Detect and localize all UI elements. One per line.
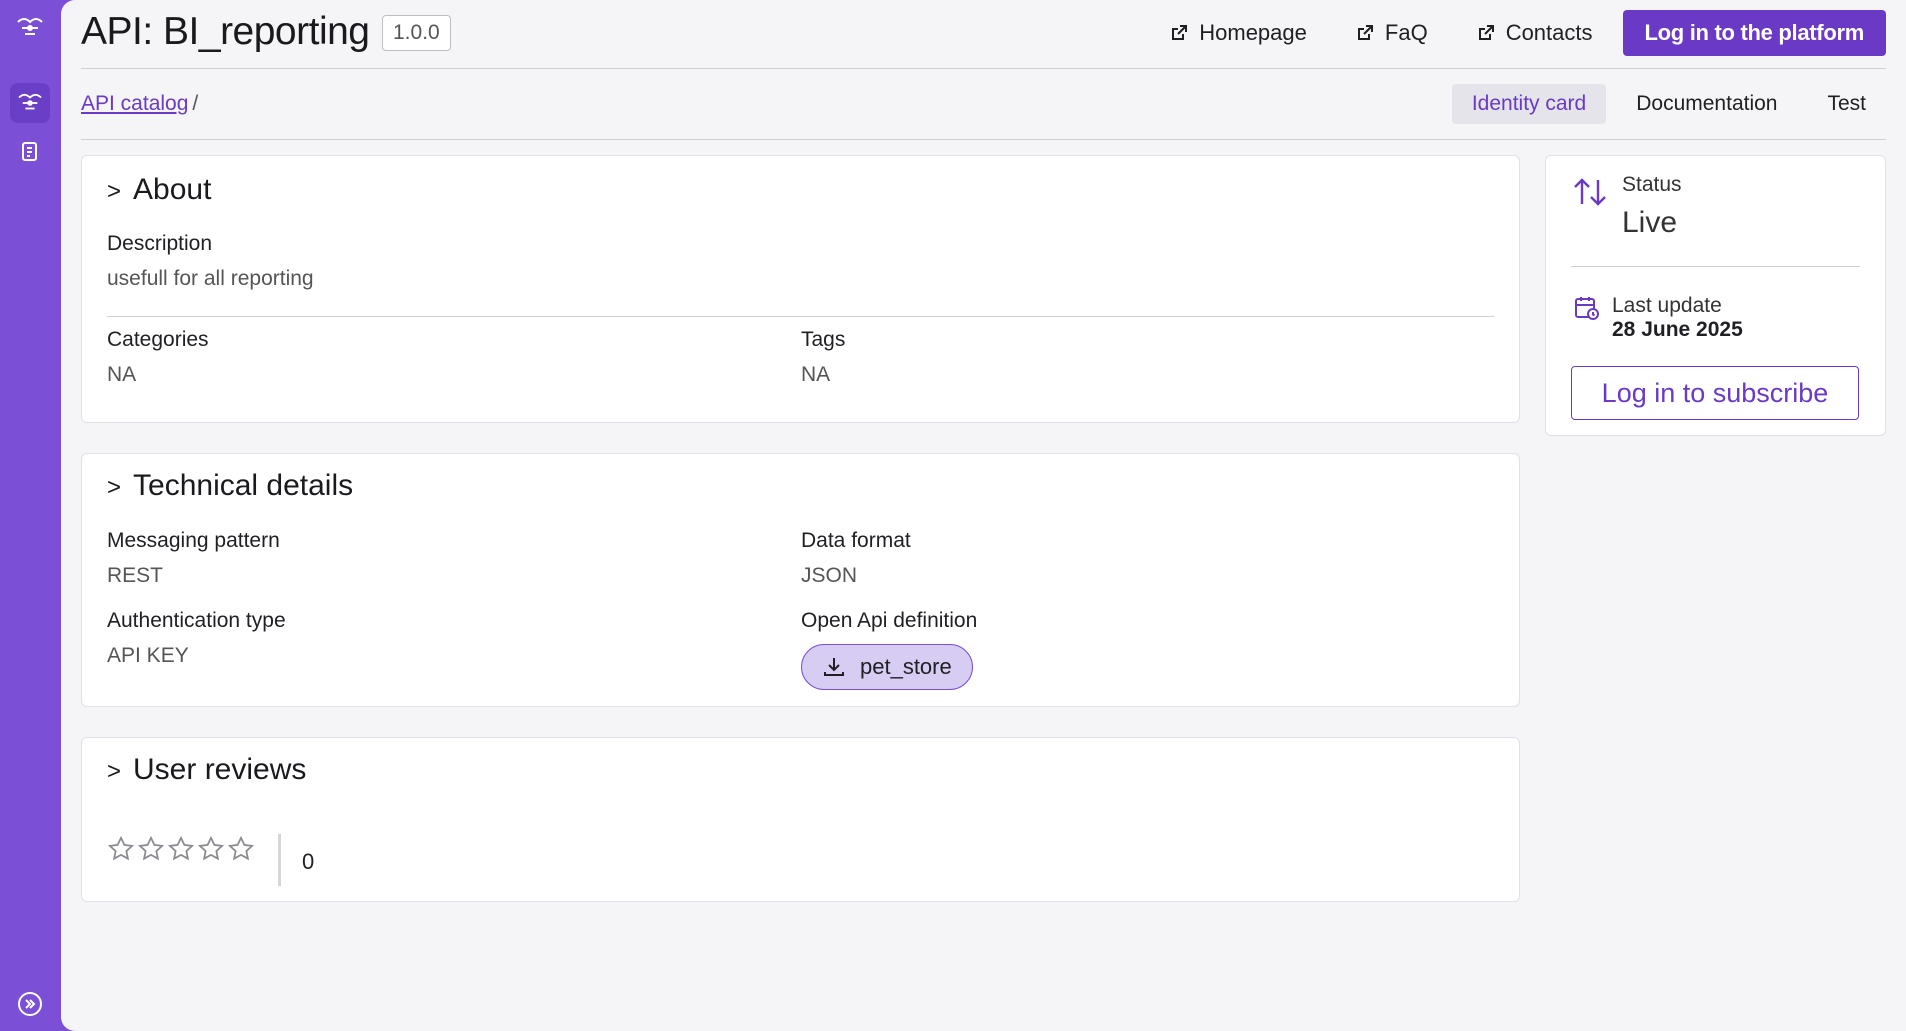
technical-details-title[interactable]: > Technical details [107, 469, 353, 503]
star-icon [227, 835, 255, 861]
authentication-type-label: Authentication type [107, 609, 286, 632]
tags-label: Tags [801, 328, 846, 351]
messaging-pattern-value: REST [107, 564, 164, 587]
status-arrows-icon [1574, 178, 1606, 206]
subscribe-button[interactable]: Log in to subscribe [1571, 366, 1859, 420]
status-label: Status [1622, 173, 1682, 196]
data-format-label: Data format [801, 529, 911, 552]
star-icon [167, 835, 195, 861]
contacts-link[interactable]: Contacts [1476, 20, 1593, 46]
star-icon [137, 835, 165, 861]
chevron-right-icon: > [107, 178, 122, 205]
rating-divider [278, 834, 281, 886]
openapi-download-button[interactable]: pet_store [801, 644, 973, 690]
breadcrumb: API catalog / [81, 92, 198, 116]
breadcrumb-separator: / [192, 92, 199, 115]
homepage-link[interactable]: Homepage [1169, 20, 1307, 46]
chevron-right-icon: > [107, 758, 122, 785]
expand-sidebar-icon[interactable] [10, 984, 50, 1024]
openapi-file-name: pet_store [860, 654, 952, 679]
faq-link[interactable]: FaQ [1355, 20, 1428, 46]
external-link-icon [1478, 25, 1494, 40]
page-title: API: BI_reporting [81, 10, 370, 53]
categories-value: NA [107, 363, 137, 386]
description-value: usefull for all reporting [107, 267, 314, 290]
logo-icon[interactable] [10, 8, 50, 48]
homepage-link-label: Homepage [1199, 20, 1307, 45]
last-update-value: 28 June 2025 [1612, 318, 1743, 341]
star-icon [107, 835, 135, 861]
openapi-definition-label: Open Api definition [801, 609, 978, 632]
top-links: Homepage FaQ Contacts Log in to the plat… [1169, 10, 1886, 56]
documents-icon[interactable] [10, 132, 50, 172]
star-icon [197, 835, 225, 861]
user-reviews-title-text: User reviews [133, 753, 307, 786]
tabs: Identity card Documentation Test [1442, 84, 1886, 124]
chevron-right-icon: > [107, 474, 122, 501]
top-bar: API: BI_reporting 1.0.0 Homepage FaQ Con… [81, 0, 1886, 69]
user-reviews-card: > User reviews 0 [81, 737, 1520, 902]
external-link-icon [1357, 25, 1373, 40]
main-content: API: BI_reporting 1.0.0 Homepage FaQ Con… [61, 0, 1906, 1031]
api-catalog-icon[interactable] [10, 83, 50, 123]
about-card: > About Description usefull for all repor… [81, 155, 1520, 423]
tab-identity-card[interactable]: Identity card [1451, 84, 1607, 124]
login-platform-button[interactable]: Log in to the platform [1622, 10, 1886, 56]
calendar-clock-icon [1575, 297, 1599, 320]
sub-bar: API catalog / Identity card Documentation… [81, 68, 1886, 140]
about-title-text: About [133, 173, 212, 206]
version-badge: 1.0.0 [382, 15, 451, 51]
download-icon [824, 658, 844, 676]
last-update-label: Last update [1612, 294, 1722, 317]
external-link-icon [1172, 25, 1188, 40]
categories-label: Categories [107, 328, 209, 351]
technical-details-title-text: Technical details [133, 469, 354, 502]
technical-details-card: > Technical details Messaging pattern RES… [81, 453, 1520, 707]
faq-link-label: FaQ [1384, 20, 1428, 45]
tab-test[interactable]: Test [1807, 84, 1886, 124]
breadcrumb-api-catalog-link[interactable]: API catalog [81, 92, 188, 115]
status-panel: Status Live Last update 28 June 2025 Log… [1545, 155, 1886, 436]
status-divider [1571, 266, 1860, 267]
review-count: 0 [302, 849, 315, 874]
about-title[interactable]: > About [107, 173, 211, 207]
contacts-link-label: Contacts [1505, 20, 1593, 45]
sidebar [0, 0, 61, 1031]
description-label: Description [107, 232, 213, 255]
messaging-pattern-label: Messaging pattern [107, 529, 280, 552]
rating-stars [107, 835, 257, 863]
data-format-value: JSON [801, 564, 858, 587]
user-reviews-title[interactable]: > User reviews [107, 753, 306, 787]
status-value: Live [1622, 206, 1678, 239]
tab-documentation[interactable]: Documentation [1616, 84, 1797, 124]
authentication-type-value: API KEY [107, 644, 189, 667]
about-divider [107, 316, 1494, 317]
tags-value: NA [801, 363, 831, 386]
